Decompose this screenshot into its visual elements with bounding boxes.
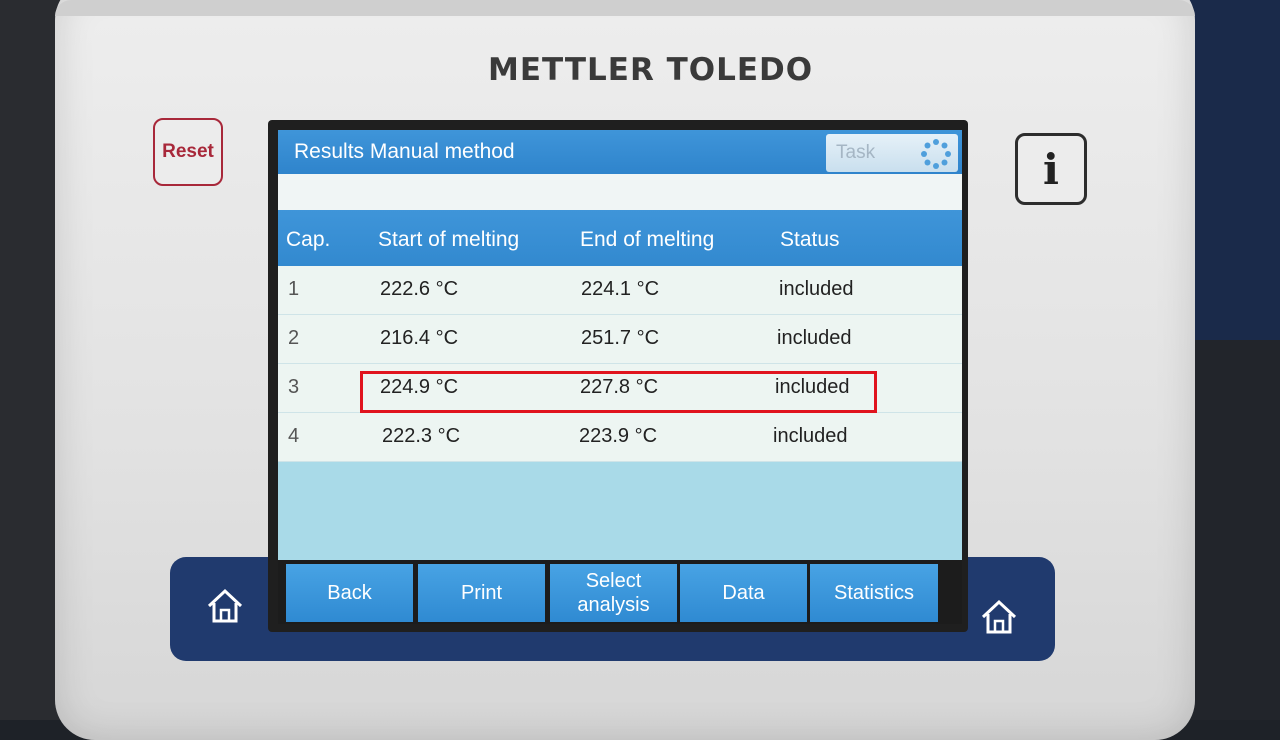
cap-cell: 1: [288, 278, 300, 300]
col-end-of-melting: End of melting: [580, 228, 715, 251]
home-left-icon[interactable]: [202, 583, 248, 629]
back-button[interactable]: Back: [286, 564, 413, 622]
statistics-button[interactable]: Statistics: [810, 564, 938, 622]
start-cell: 222.3 °C: [382, 425, 461, 447]
table-header: Cap. Start of melting End of melting Sta…: [278, 210, 962, 266]
col-cap: Cap.: [286, 228, 331, 251]
spinner-icon: [921, 139, 951, 169]
highlight-box: [360, 371, 877, 413]
background-left: [0, 0, 60, 720]
home-right-icon[interactable]: [976, 594, 1022, 640]
start-cell: 216.4 °C: [380, 327, 459, 349]
title-bar: Results Manual method Task: [278, 130, 962, 174]
data-button[interactable]: Data: [680, 564, 807, 622]
status-cell: included: [777, 327, 852, 349]
select-analysis-button[interactable]: Select analysis: [550, 564, 677, 622]
status-cell: included: [779, 278, 854, 300]
table-row[interactable]: 1 222.6 °C 224.1 °C included: [278, 266, 962, 315]
sub-bar: [278, 174, 962, 210]
end-cell: 251.7 °C: [581, 327, 660, 349]
table-row[interactable]: 4 222.3 °C 223.9 °C included: [278, 413, 962, 462]
col-status: Status: [780, 228, 840, 251]
brand-logo: METTLER TOLEDO: [488, 52, 814, 88]
task-label: Task: [836, 142, 876, 163]
end-cell: 224.1 °C: [581, 278, 660, 300]
top-strip: [55, 0, 1195, 16]
touchscreen: Results Manual method Task Cap. Start of…: [278, 130, 962, 624]
home-icon: [207, 588, 243, 623]
cap-cell: 4: [288, 425, 300, 447]
cap-cell: 2: [288, 327, 300, 349]
reset-button[interactable]: Reset: [153, 118, 223, 186]
col-start-of-melting: Start of melting: [378, 228, 520, 251]
select-analysis-line1: Select: [585, 570, 642, 592]
cap-cell: 3: [288, 376, 300, 398]
table-row[interactable]: 2 216.4 °C 251.7 °C included: [278, 315, 962, 364]
end-cell: 223.9 °C: [579, 425, 658, 447]
info-button[interactable]: i: [1015, 133, 1087, 205]
start-cell: 222.6 °C: [380, 278, 459, 300]
print-button[interactable]: Print: [418, 564, 545, 622]
screen-title: Results Manual method: [294, 140, 515, 163]
task-button[interactable]: Task: [826, 134, 958, 172]
status-cell: included: [773, 425, 848, 447]
select-analysis-line2: analysis: [577, 594, 650, 616]
home-icon: [981, 599, 1017, 634]
